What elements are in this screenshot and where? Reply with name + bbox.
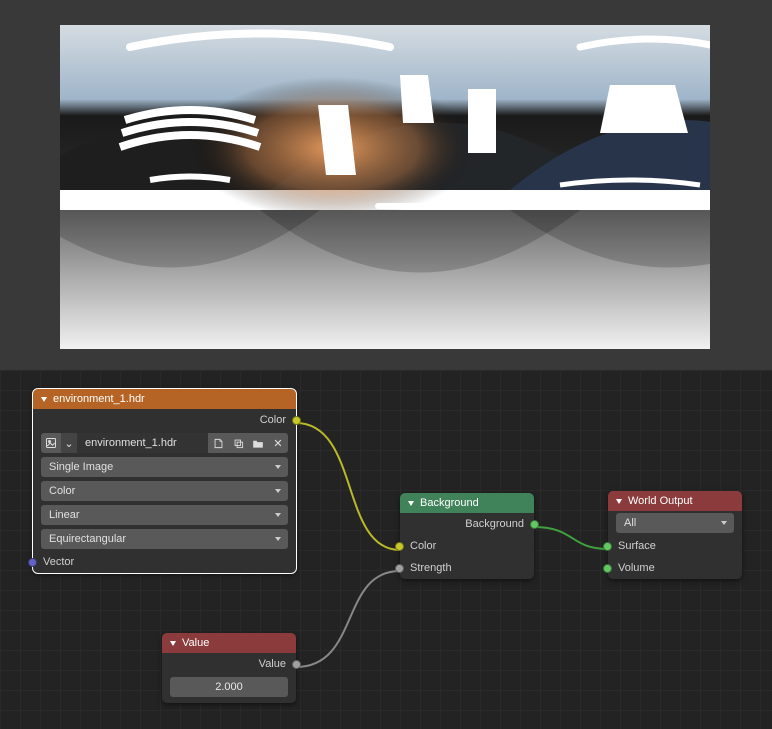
projection-dropdown[interactable]: Equirectangular xyxy=(41,529,288,549)
hdri-preview xyxy=(60,25,710,349)
output-background[interactable]: Background xyxy=(400,513,534,535)
socket-color-in[interactable] xyxy=(395,542,404,551)
duplicate-image-icon[interactable] xyxy=(228,433,248,453)
target-dropdown[interactable]: All xyxy=(616,513,734,533)
collapse-icon[interactable] xyxy=(170,641,176,646)
output-value[interactable]: Value xyxy=(162,653,296,675)
node-title: environment_1.hdr xyxy=(53,393,145,405)
value-number-field[interactable]: 2.000 xyxy=(170,677,288,697)
node-header[interactable]: Value xyxy=(162,633,296,653)
image-name-field[interactable]: environment_1.hdr xyxy=(77,433,208,453)
collapse-icon[interactable] xyxy=(41,397,47,402)
node-world-output[interactable]: World Output All Surface Volume xyxy=(608,491,742,579)
colorspace-dropdown[interactable]: Color xyxy=(41,481,288,501)
unlink-image-icon[interactable]: ✕ xyxy=(268,433,288,453)
collapse-icon[interactable] xyxy=(408,501,414,506)
collapse-icon[interactable] xyxy=(616,499,622,504)
image-datablock-icon[interactable] xyxy=(41,433,61,453)
output-color[interactable]: Color xyxy=(33,409,296,431)
socket-value-out[interactable] xyxy=(292,660,301,669)
node-value[interactable]: Value Value 2.000 xyxy=(162,633,296,703)
node-header[interactable]: environment_1.hdr xyxy=(33,389,296,409)
input-volume[interactable]: Volume xyxy=(608,557,742,579)
node-editor[interactable]: environment_1.hdr Color ⌄ environment_1.… xyxy=(0,370,772,729)
socket-strength-in[interactable] xyxy=(395,564,404,573)
browse-datablock-icon[interactable]: ⌄ xyxy=(61,433,77,453)
input-vector[interactable]: Vector xyxy=(33,551,296,573)
interpolation-dropdown[interactable]: Linear xyxy=(41,505,288,525)
node-title: Background xyxy=(420,497,479,509)
socket-surface-in[interactable] xyxy=(603,542,612,551)
new-image-icon[interactable] xyxy=(208,433,228,453)
node-header[interactable]: World Output xyxy=(608,491,742,511)
node-background[interactable]: Background Background Color Strength xyxy=(400,493,534,579)
open-image-icon[interactable] xyxy=(248,433,268,453)
node-title: World Output xyxy=(628,495,693,507)
source-dropdown[interactable]: Single Image xyxy=(41,457,288,477)
input-strength[interactable]: Strength xyxy=(400,557,534,579)
node-title: Value xyxy=(182,637,209,649)
node-environment-texture[interactable]: environment_1.hdr Color ⌄ environment_1.… xyxy=(33,389,296,573)
socket-color-out[interactable] xyxy=(292,416,301,425)
node-header[interactable]: Background xyxy=(400,493,534,513)
socket-background-out[interactable] xyxy=(530,520,539,529)
socket-vector-in[interactable] xyxy=(28,558,37,567)
socket-volume-in[interactable] xyxy=(603,564,612,573)
input-color[interactable]: Color xyxy=(400,535,534,557)
input-surface[interactable]: Surface xyxy=(608,535,742,557)
